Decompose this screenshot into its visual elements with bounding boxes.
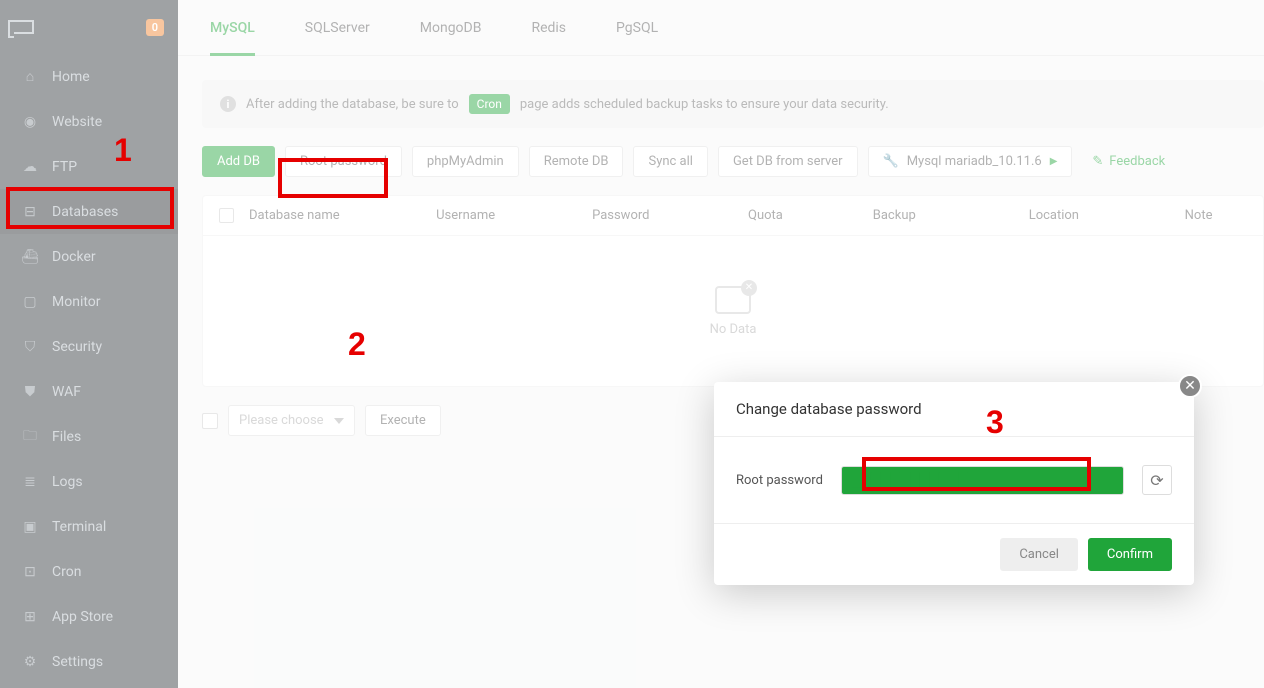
modal-title: Change database password xyxy=(714,382,1194,437)
modal-body: Root password ⟳ xyxy=(714,437,1194,523)
regenerate-button[interactable]: ⟳ xyxy=(1142,465,1172,495)
modal-footer: Cancel Confirm xyxy=(714,523,1194,585)
modal-close-button[interactable]: ✕ xyxy=(1178,374,1202,398)
confirm-button[interactable]: Confirm xyxy=(1088,538,1172,571)
change-password-modal: ✕ Change database password Root password… xyxy=(714,382,1194,585)
root-password-input[interactable] xyxy=(841,466,1124,495)
cancel-button[interactable]: Cancel xyxy=(1000,538,1078,571)
root-password-label: Root password xyxy=(736,473,823,488)
